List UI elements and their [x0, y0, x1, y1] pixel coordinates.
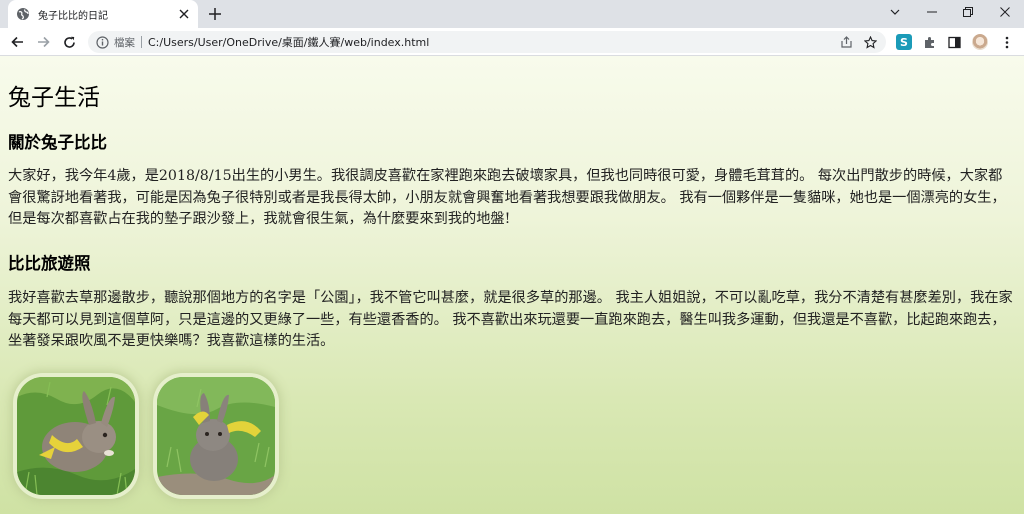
puzzle-icon[interactable]	[921, 34, 937, 50]
about-paragraph: 大家好，我今年4歲，是2018/8/15出生的小男生。我很調皮喜歡在家裡跑來跑去…	[8, 168, 1006, 227]
arrow-right-icon[interactable]	[34, 33, 52, 51]
security-label: 檔案	[114, 36, 135, 49]
chevron-down-icon[interactable]	[885, 3, 905, 21]
close-icon[interactable]	[176, 6, 192, 22]
info-icon[interactable]	[96, 35, 109, 49]
avatar[interactable]	[972, 34, 988, 50]
minimize-icon[interactable]	[922, 3, 942, 21]
browser-toolbar: 檔案 C:/Users/User/OneDrive/桌面/鐵人賽/web/ind…	[0, 28, 1024, 56]
rabbit-photo-2	[157, 377, 275, 495]
page-content: 兔子生活 關於兔子比比 大家好，我今年4歲，是2018/8/15出生的小男生。我…	[0, 56, 1024, 514]
omnibox-divider	[141, 36, 142, 48]
s-extension-icon[interactable]: S	[896, 34, 912, 50]
close-icon[interactable]	[995, 3, 1015, 21]
star-icon[interactable]	[862, 34, 878, 50]
section-heading-travel: 比比旅遊照	[8, 254, 91, 273]
page-title: 兔子生活	[8, 85, 100, 111]
section-heading-about: 關於兔子比比	[8, 133, 107, 152]
globe-icon	[16, 7, 30, 21]
tab-strip: 兔子比比的日記	[0, 0, 1024, 28]
more-vert-icon[interactable]	[999, 34, 1015, 50]
side-panel-icon[interactable]	[946, 34, 962, 50]
rabbit-photo-1	[17, 377, 135, 495]
plus-icon[interactable]	[206, 5, 224, 23]
arrow-left-icon[interactable]	[8, 33, 26, 51]
restore-icon[interactable]	[958, 3, 978, 21]
address-bar[interactable]: 檔案 C:/Users/User/OneDrive/桌面/鐵人賽/web/ind…	[88, 31, 886, 53]
travel-paragraph: 我好喜歡去草那邊散步，聽說那個地方的名字是「公園」，我不管它叫甚麼，就是很多草的…	[8, 290, 1013, 349]
share-icon[interactable]	[838, 34, 854, 50]
reload-icon[interactable]	[60, 33, 78, 51]
browser-tab[interactable]: 兔子比比的日記	[8, 0, 198, 28]
tab-title: 兔子比比的日記	[38, 10, 108, 22]
url-text[interactable]: C:/Users/User/OneDrive/桌面/鐵人賽/web/index.…	[148, 34, 429, 50]
